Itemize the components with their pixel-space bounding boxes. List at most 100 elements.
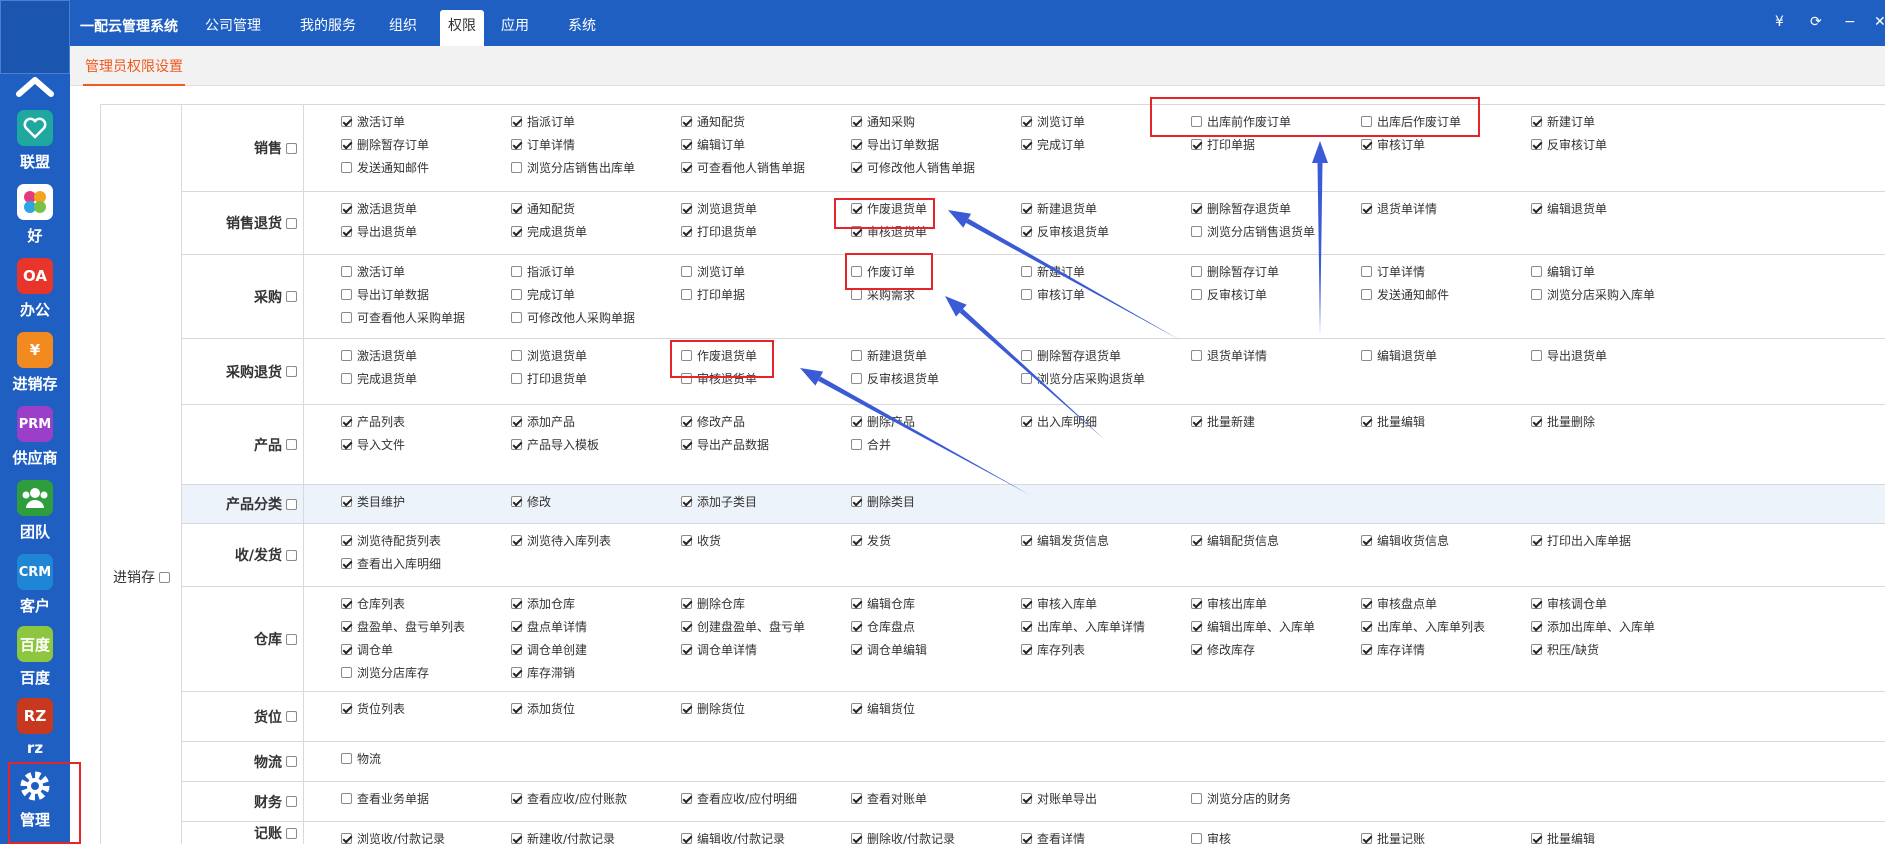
permission-checkbox[interactable]	[681, 534, 692, 546]
permission-item[interactable]: 可修改他人采购单据	[511, 307, 635, 327]
permission-checkbox[interactable]	[1531, 202, 1542, 214]
permission-checkbox[interactable]	[1021, 138, 1032, 150]
permission-checkbox[interactable]	[681, 702, 692, 714]
section-checkbox[interactable]	[286, 796, 297, 807]
permission-item[interactable]: 导出产品数据	[681, 434, 769, 454]
permission-checkbox[interactable]	[1361, 349, 1372, 361]
permission-checkbox[interactable]	[681, 832, 692, 844]
sidebar-item-6[interactable]: CRM 客户	[0, 548, 70, 622]
permission-item[interactable]: 导出退货单	[341, 221, 417, 241]
permission-checkbox[interactable]	[851, 534, 862, 546]
permission-checkbox[interactable]	[851, 288, 862, 300]
permission-checkbox[interactable]	[341, 643, 352, 655]
permission-checkbox[interactable]	[511, 115, 522, 127]
permission-item[interactable]: 浏览分店销售退货单	[1191, 221, 1315, 241]
permission-checkbox[interactable]	[681, 643, 692, 655]
permission-item[interactable]: 编辑货位	[851, 698, 915, 718]
permission-checkbox[interactable]	[1021, 265, 1032, 277]
permission-item[interactable]: 审核盘点单	[1361, 593, 1437, 613]
permission-item[interactable]: 删除暂存订单	[1191, 261, 1279, 281]
permission-item[interactable]: 出库单、入库单详情	[1021, 616, 1145, 636]
permission-item[interactable]: 调仓单	[341, 639, 393, 659]
permission-item[interactable]: 反审核退货单	[1021, 221, 1109, 241]
permission-item[interactable]: 批量编辑	[1531, 828, 1595, 844]
permission-item[interactable]: 订单详情	[511, 134, 575, 154]
permission-item[interactable]: 激活退货单	[341, 198, 417, 218]
section-checkbox[interactable]	[286, 756, 297, 767]
section-checkbox[interactable]	[286, 366, 297, 377]
permission-checkbox[interactable]	[851, 138, 862, 150]
permission-item[interactable]: 库存列表	[1021, 639, 1085, 659]
permission-checkbox[interactable]	[511, 225, 522, 237]
permission-item[interactable]: 完成订单	[511, 284, 575, 304]
permission-checkbox[interactable]	[1191, 832, 1202, 844]
tab-1[interactable]: 我的服务	[284, 10, 372, 46]
permission-item[interactable]: 删除暂存退货单	[1191, 198, 1291, 218]
permission-checkbox[interactable]	[681, 792, 692, 804]
permission-item[interactable]: 编辑订单	[681, 134, 745, 154]
permission-item[interactable]: 盘盈单、盘亏单列表	[341, 616, 465, 636]
permission-checkbox[interactable]	[1191, 265, 1202, 277]
tab-0[interactable]: 公司管理	[197, 10, 269, 46]
permission-item[interactable]: 添加仓库	[511, 593, 575, 613]
permission-checkbox[interactable]	[681, 225, 692, 237]
permission-checkbox[interactable]	[341, 438, 352, 450]
permission-item[interactable]: 添加货位	[511, 698, 575, 718]
permission-item[interactable]: 发送通知邮件	[341, 157, 429, 177]
permission-checkbox[interactable]	[1021, 349, 1032, 361]
permission-checkbox[interactable]	[1361, 597, 1372, 609]
permission-checkbox[interactable]	[1021, 115, 1032, 127]
permission-checkbox[interactable]	[1021, 792, 1032, 804]
permission-item[interactable]: 浏览分店库存	[341, 662, 429, 682]
group-checkbox[interactable]	[159, 571, 170, 583]
permission-item[interactable]: 浏览订单	[1021, 111, 1085, 131]
permission-checkbox[interactable]	[511, 161, 522, 173]
sidebar-item-8[interactable]: RZ rz	[0, 692, 70, 766]
permission-checkbox[interactable]	[511, 265, 522, 277]
permission-checkbox[interactable]	[1361, 138, 1372, 150]
permission-checkbox[interactable]	[511, 597, 522, 609]
permission-item[interactable]: 审核出库单	[1191, 593, 1267, 613]
permission-checkbox[interactable]	[1361, 288, 1372, 300]
permission-checkbox[interactable]	[851, 372, 862, 384]
permission-item[interactable]: 出库单、入库单列表	[1361, 616, 1485, 636]
sidebar-item-1[interactable]: 好	[0, 178, 70, 252]
permission-item[interactable]: 通知配货	[681, 111, 745, 131]
permission-item[interactable]: 浏览分店销售出库单	[511, 157, 635, 177]
permission-checkbox[interactable]	[341, 311, 352, 323]
permission-checkbox[interactable]	[851, 115, 862, 127]
permission-item[interactable]: 订单详情	[1361, 261, 1425, 281]
permission-item[interactable]: 查看对账单	[851, 788, 927, 808]
section-checkbox[interactable]	[286, 549, 297, 561]
permission-item[interactable]: 审核入库单	[1021, 593, 1097, 613]
permission-checkbox[interactable]	[1361, 534, 1372, 546]
permission-item[interactable]: 审核调仓单	[1531, 593, 1607, 613]
permission-item[interactable]: 完成退货单	[341, 368, 417, 388]
permission-item[interactable]: 仓库列表	[341, 593, 405, 613]
section-checkbox[interactable]	[286, 633, 297, 645]
permission-checkbox[interactable]	[511, 792, 522, 804]
permission-item[interactable]: 查看业务单据	[341, 788, 429, 808]
permission-checkbox[interactable]	[341, 202, 352, 214]
permission-checkbox[interactable]	[511, 832, 522, 844]
permission-checkbox[interactable]	[681, 495, 692, 507]
permission-checkbox[interactable]	[1191, 225, 1202, 237]
permission-checkbox[interactable]	[511, 534, 522, 546]
permission-item[interactable]: 浏览退货单	[511, 345, 587, 365]
permission-item[interactable]: 打印退货单	[681, 221, 757, 241]
permission-item[interactable]: 通知配货	[511, 198, 575, 218]
permission-checkbox[interactable]	[1361, 265, 1372, 277]
permission-item[interactable]: 产品导入模板	[511, 434, 599, 454]
permission-checkbox[interactable]	[1021, 643, 1032, 655]
permission-item[interactable]: 发送通知邮件	[1361, 284, 1449, 304]
permission-checkbox[interactable]	[681, 138, 692, 150]
permission-checkbox[interactable]	[1531, 832, 1542, 844]
sidebar-item-3[interactable]: ¥ 进销存	[0, 326, 70, 400]
permission-item[interactable]: 仓库盘点	[851, 616, 915, 636]
permission-item[interactable]: 物流	[341, 748, 381, 768]
permission-checkbox[interactable]	[341, 792, 352, 804]
permission-item[interactable]: 反审核退货单	[851, 368, 939, 388]
permission-checkbox[interactable]	[1361, 202, 1372, 214]
close-icon[interactable]: ✕	[1874, 14, 1885, 30]
permission-item[interactable]: 导入文件	[341, 434, 405, 454]
